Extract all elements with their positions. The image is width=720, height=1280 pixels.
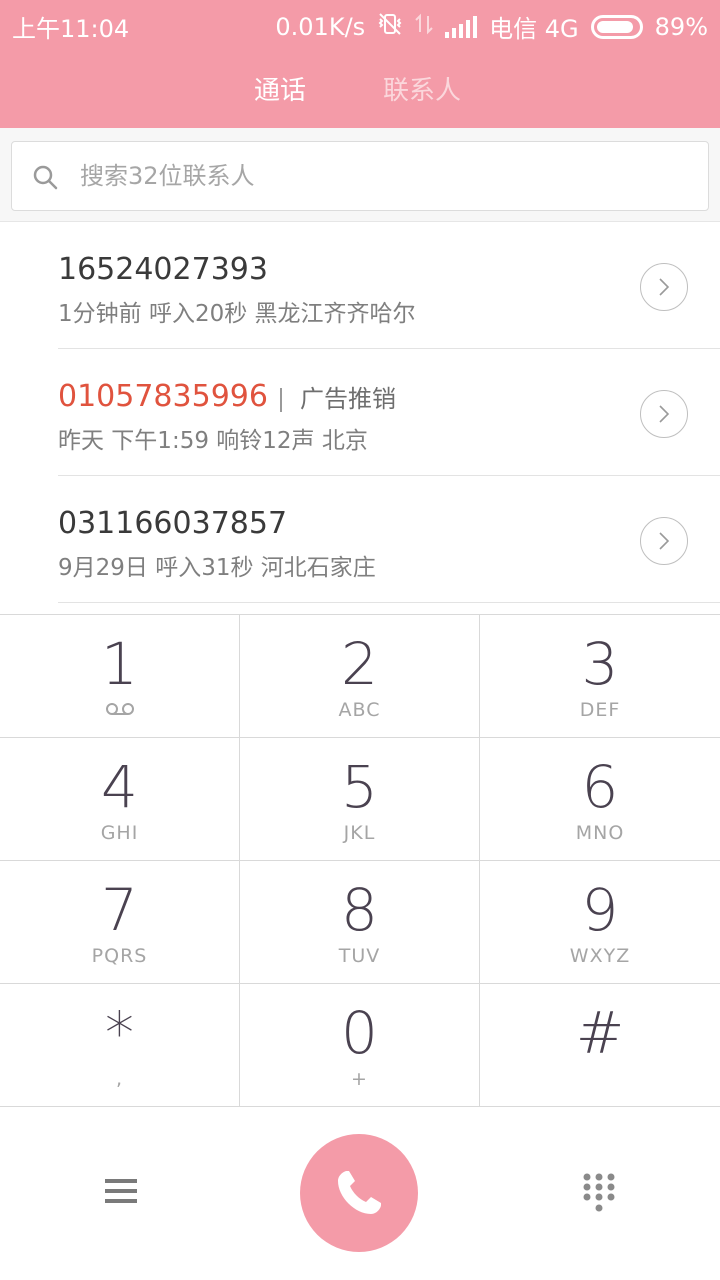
battery-percent: 89%	[654, 12, 708, 41]
key-digit: 1	[101, 630, 138, 698]
vibrate-off-icon	[377, 12, 403, 42]
call-meta: 昨天 下午1:59 响铃12声 北京	[58, 428, 368, 454]
key-8[interactable]: 8 TUV	[240, 861, 480, 984]
key-digit: 2	[341, 630, 378, 698]
key-letters: WXYZ	[569, 945, 631, 967]
key-2[interactable]: 2 ABC	[240, 615, 480, 738]
menu-icon[interactable]	[104, 1176, 138, 1206]
status-time: 上午11:04	[12, 15, 130, 43]
tab-contacts[interactable]: 联系人	[383, 70, 461, 107]
key-4[interactable]: 4 GHI	[0, 738, 240, 861]
search-input[interactable]	[80, 154, 680, 198]
call-log-item[interactable]: 16524027393 1分钟前 呼入20秒 黑龙江齐齐哈尔	[0, 222, 720, 349]
key-digit: 0	[341, 999, 378, 1067]
key-digit: 4	[101, 753, 138, 821]
chevron-right-icon	[659, 405, 670, 423]
call-log-item[interactable]: 01057835996 广告推销 昨天 下午1:59 响铃12声 北京	[0, 349, 720, 476]
key-1[interactable]: 1	[0, 615, 240, 738]
call-log-item[interactable]: 031166037857 9月29日 呼入31秒 河北石家庄	[0, 476, 720, 603]
key-letters: GHI	[100, 822, 139, 844]
key-digit: 9	[581, 876, 619, 944]
tab-calls[interactable]: 通话	[254, 70, 306, 107]
search-area	[0, 128, 720, 222]
divider	[58, 602, 720, 603]
call-meta: 9月29日 呼入31秒 河北石家庄	[58, 555, 376, 581]
voicemail-icon	[0, 701, 239, 720]
key-5[interactable]: 5 JKL	[240, 738, 480, 861]
spam-label: 广告推销	[280, 379, 396, 414]
key-letters: ,	[115, 1068, 124, 1090]
signal-icon	[445, 15, 478, 38]
phone-icon	[338, 1171, 381, 1214]
key-letters: MNO	[575, 822, 625, 844]
dialpad-icon[interactable]	[582, 1172, 616, 1214]
carrier: 电信 4G	[489, 15, 579, 43]
key-digit: 6	[581, 753, 619, 821]
call-detail-button[interactable]	[640, 263, 688, 311]
data-arrows-icon	[415, 12, 433, 42]
key-hash[interactable]: #	[480, 984, 720, 1107]
call-number: 01057835996	[58, 379, 268, 414]
call-log-list: 16524027393 1分钟前 呼入20秒 黑龙江齐齐哈尔 010578359…	[0, 222, 720, 603]
call-number: 16524027393	[58, 252, 268, 287]
key-6[interactable]: 6 MNO	[480, 738, 720, 861]
dial-keypad: 1 2 ABC 3 DEF 4 GHI 5 JKL 6 MNO 7 PQRS 8…	[0, 614, 720, 1108]
call-button[interactable]	[300, 1134, 418, 1252]
app-header: 上午11:04 0.01K/s 电信 4G 89% 通话 联系人	[0, 0, 720, 128]
search-box[interactable]	[11, 141, 709, 211]
status-bar: 上午11:04 0.01K/s 电信 4G 89%	[0, 0, 720, 50]
key-letters: PQRS	[91, 945, 148, 967]
chevron-right-icon	[659, 278, 670, 296]
key-3[interactable]: 3 DEF	[480, 615, 720, 738]
key-digit: 5	[341, 753, 378, 821]
key-letters: ABC	[338, 699, 381, 721]
key-letters: +	[351, 1068, 368, 1090]
spam-label-text: 广告推销	[300, 385, 396, 413]
tab-bar: 通话 联系人	[0, 70, 720, 110]
battery-icon	[590, 14, 643, 39]
key-0[interactable]: 0 +	[240, 984, 480, 1107]
key-letters: JKL	[343, 822, 376, 844]
key-letters: DEF	[579, 699, 621, 721]
key-digit: 3	[581, 630, 619, 698]
chevron-right-icon	[659, 532, 670, 550]
call-meta: 1分钟前 呼入20秒 黑龙江齐齐哈尔	[58, 301, 416, 327]
key-letters: TUV	[338, 945, 381, 967]
key-star[interactable]: * ,	[0, 984, 240, 1107]
key-digit: 8	[341, 876, 378, 944]
label-divider	[280, 388, 282, 412]
call-number: 031166037857	[58, 506, 288, 541]
status-right: 0.01K/s 电信 4G 89%	[275, 9, 708, 44]
net-speed: 0.01K/s	[275, 12, 366, 41]
key-digit: *	[105, 999, 134, 1067]
key-9[interactable]: 9 WXYZ	[480, 861, 720, 984]
bottom-bar	[0, 1108, 720, 1280]
key-7[interactable]: 7 PQRS	[0, 861, 240, 984]
call-detail-button[interactable]	[640, 390, 688, 438]
search-icon	[32, 164, 58, 190]
call-detail-button[interactable]	[640, 517, 688, 565]
key-digit: 7	[101, 876, 138, 944]
key-digit: #	[575, 999, 625, 1067]
